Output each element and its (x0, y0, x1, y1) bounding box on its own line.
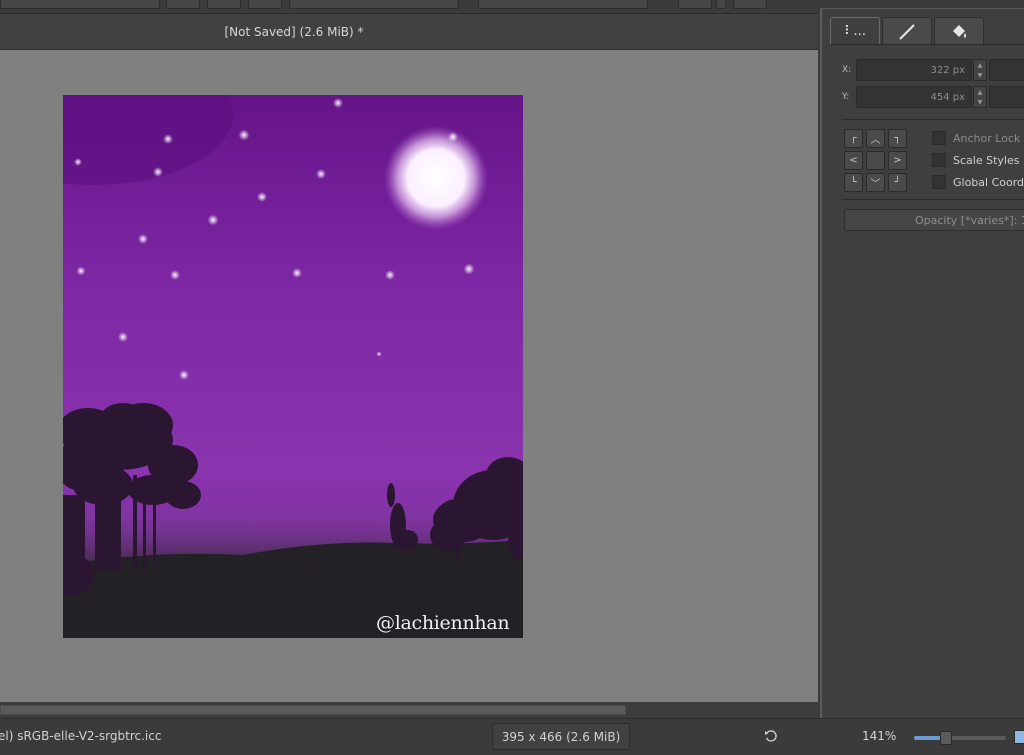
height-input[interactable] (989, 86, 1024, 108)
zoom-slider-handle[interactable] (940, 731, 952, 745)
tab-separator (830, 44, 1024, 45)
horizontal-scrollbar[interactable] (0, 702, 818, 718)
color-profile-label: el) sRGB-elle-V2-srgbtrc.icc (0, 729, 162, 743)
rotate-reset-icon[interactable] (762, 727, 780, 745)
anchor-top-right-icon[interactable]: ┐ (888, 129, 907, 148)
anchor-top-icon[interactable]: ︿ (866, 129, 885, 148)
global-coordinates-row[interactable]: Global Coordin (932, 174, 1024, 190)
y-label: Y: (842, 92, 850, 102)
toolbar-field[interactable] (207, 0, 241, 9)
anchor-left-icon[interactable]: < (844, 151, 863, 170)
canvas-only-icon[interactable] (1014, 730, 1024, 744)
top-toolbar (0, 0, 818, 14)
zoom-slider[interactable] (914, 731, 1006, 745)
line-tool-icon (899, 23, 915, 40)
toolbar-dropdown[interactable] (478, 0, 648, 9)
toolbar-dropdown[interactable] (289, 0, 459, 9)
anchor-bottom-right-icon[interactable]: ┘ (888, 173, 907, 192)
global-coordinates-checkbox[interactable] (932, 175, 946, 189)
y-position-input[interactable]: 454 px (856, 86, 972, 108)
y-position-row: Y: 454 px ▲ ▼ (842, 86, 1024, 108)
toolbar-field[interactable] (248, 0, 282, 9)
anchor-top-left-icon[interactable]: ┌ (844, 129, 863, 148)
toolbar-field[interactable] (733, 0, 767, 9)
up-arrow-icon[interactable]: ▲ (978, 62, 983, 69)
x-position-row: X: 322 px ▲ ▼ (842, 59, 1024, 81)
paint-bucket-icon (953, 24, 966, 38)
panel-separator (842, 199, 1024, 200)
document-title: [Not Saved] (2.6 MiB) * (224, 25, 364, 39)
anchor-lock-label: Anchor Lock (953, 131, 1021, 145)
anchor-right-icon[interactable]: > (888, 151, 907, 170)
toolbar-field[interactable] (166, 0, 200, 9)
tab-transform-label: ⠇... (844, 24, 866, 39)
width-input[interactable] (989, 59, 1024, 81)
krita-window: [Not Saved] (2.6 MiB) * @lachiennhan ⠇..… (0, 0, 1024, 755)
tab-fill[interactable] (934, 17, 984, 45)
image-size-button[interactable]: 395 x 466 (2.6 MiB) (492, 723, 630, 750)
tab-stroke[interactable] (882, 17, 932, 45)
anchor-bottom-icon[interactable]: ﹀ (866, 173, 885, 192)
anchor-grid: ┌ ︿ ┐ < > └ ﹀ ┘ (844, 129, 907, 192)
panel-separator (842, 119, 1024, 120)
scale-styles-label: Scale Styles (953, 153, 1020, 167)
anchor-center-icon[interactable] (866, 151, 885, 170)
canvas-area[interactable]: @lachiennhan (0, 50, 818, 702)
tab-transform[interactable]: ⠇... (830, 17, 880, 45)
moon (384, 126, 488, 230)
watermark-text: @lachiennhan (376, 612, 510, 634)
x-position-input[interactable]: 322 px (856, 59, 972, 81)
up-arrow-icon[interactable]: ▲ (978, 89, 983, 96)
y-spinbox-arrows[interactable]: ▲ ▼ (973, 86, 987, 108)
global-coordinates-label: Global Coordin (953, 175, 1024, 189)
toolbar-field[interactable] (716, 0, 726, 9)
canvas-image[interactable]: @lachiennhan (63, 95, 523, 638)
anchor-lock-checkbox[interactable] (932, 131, 946, 145)
toolbar-field[interactable] (0, 0, 160, 9)
anchor-lock-row[interactable]: Anchor Lock (932, 130, 1020, 146)
zoom-level-label: 141% (862, 729, 897, 743)
night-sky-painting (63, 95, 523, 638)
scale-styles-row[interactable]: Scale Styles (932, 152, 1019, 168)
docker-tabs: ⠇... (830, 17, 984, 45)
tool-options-docker: ⠇... X: 322 px ▲ ▼ Y: 454 px ▲ ▼ ┌ ︿ ┐ <… (820, 8, 1024, 720)
scale-styles-checkbox[interactable] (932, 153, 946, 167)
scrollbar-thumb[interactable] (0, 705, 626, 715)
rotate-icon (765, 730, 777, 742)
x-label: X: (842, 65, 852, 75)
opacity-slider[interactable]: Opacity [*varies*]: 1 (844, 209, 1024, 231)
anchor-bottom-left-icon[interactable]: └ (844, 173, 863, 192)
status-bar: el) sRGB-elle-V2-srgbtrc.icc 395 x 466 (… (0, 718, 1024, 755)
down-arrow-icon[interactable]: ▼ (978, 99, 983, 106)
document-titlebar: [Not Saved] (2.6 MiB) * (0, 14, 818, 50)
toolbar-field[interactable] (678, 0, 712, 9)
down-arrow-icon[interactable]: ▼ (978, 72, 983, 79)
x-spinbox-arrows[interactable]: ▲ ▼ (973, 59, 987, 81)
